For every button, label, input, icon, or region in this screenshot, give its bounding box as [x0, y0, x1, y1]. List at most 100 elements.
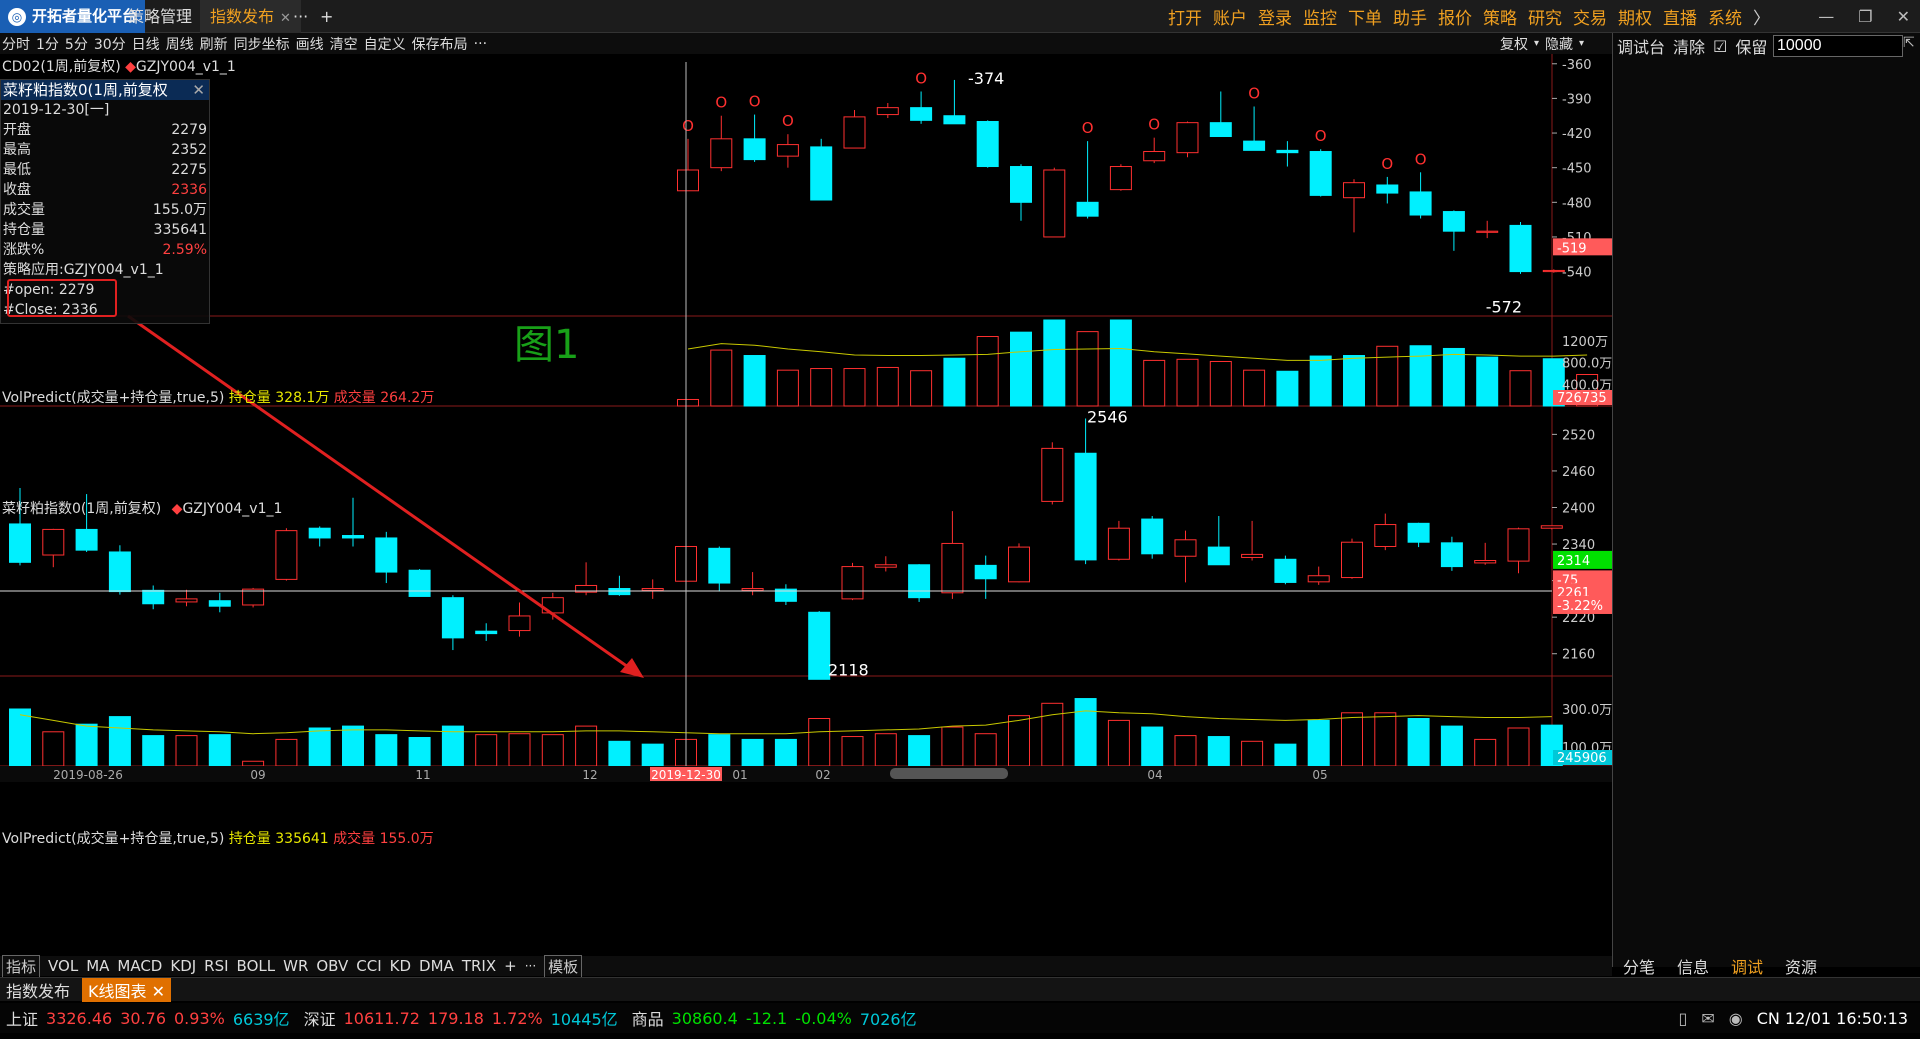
volume-bar — [1008, 715, 1030, 767]
main-price-tick: 2160 — [1562, 648, 1595, 663]
candle — [1507, 528, 1530, 562]
volume-bar — [843, 368, 866, 407]
tab-strategy-management[interactable]: 策略管理 — [118, 0, 202, 33]
market-sz-price: 10611.72 — [343, 1008, 420, 1028]
tool-timeshare[interactable]: 分时 — [2, 34, 30, 54]
add-indicator-button[interactable]: + — [504, 957, 517, 975]
volume-bar — [575, 725, 598, 767]
volume-bar — [1374, 712, 1397, 767]
volume-bar — [876, 366, 899, 407]
dropdown-icon[interactable]: ▾ — [1534, 38, 1539, 49]
market-cm-name[interactable]: 商品 — [632, 1006, 664, 1030]
market-cm-amount: 7026亿 — [859, 1010, 917, 1029]
menu-account[interactable]: 账户 — [1213, 4, 1247, 29]
sheet-tab-kline[interactable]: K线图表 ✕ — [82, 977, 172, 1002]
volume-bar — [1507, 727, 1530, 767]
template-button[interactable]: 模板 — [544, 954, 583, 978]
volume-bar — [710, 349, 733, 407]
menu-login[interactable]: 登录 — [1258, 4, 1292, 29]
clock-text: CN 12/01 16:50:13 — [1756, 1008, 1908, 1028]
ind-kdj[interactable]: KDJ — [170, 957, 196, 975]
market-sz-name[interactable]: 深证 — [304, 1006, 336, 1030]
minimize-icon[interactable]: — — [1818, 7, 1834, 26]
menu-open[interactable]: 打开 — [1168, 4, 1202, 29]
menu-options[interactable]: 期权 — [1618, 4, 1652, 29]
tool-save-layout[interactable]: 保存布局 — [412, 34, 468, 54]
volume-bar — [1174, 735, 1197, 767]
tab-info[interactable]: 信息 — [1677, 954, 1709, 978]
tab-ticks[interactable]: 分笔 — [1623, 954, 1655, 978]
ind-obv[interactable]: OBV — [316, 957, 348, 975]
volume-bar — [1440, 725, 1463, 767]
menu-live[interactable]: 直播 — [1663, 4, 1697, 29]
tool-custom[interactable]: 自定义 — [364, 34, 406, 54]
ind-rsi[interactable]: RSI — [204, 957, 228, 975]
ind-cci[interactable]: CCI — [356, 957, 381, 975]
tool-refresh[interactable]: 刷新 — [200, 34, 228, 54]
pin-icon[interactable]: ⇱ — [1903, 35, 1915, 51]
menu-quote[interactable]: 报价 — [1438, 4, 1472, 29]
message-icon[interactable]: ✉ — [1701, 1009, 1714, 1028]
candle — [1074, 452, 1097, 561]
keep-count-input[interactable] — [1773, 35, 1903, 57]
add-tab-button[interactable]: + — [310, 0, 343, 33]
close-window-icon[interactable]: ✕ — [1897, 7, 1910, 26]
menu-trade[interactable]: 交易 — [1573, 4, 1607, 29]
sheet-tab-index[interactable]: 指数发布 — [0, 978, 76, 1002]
info-value: 335641 — [153, 222, 207, 238]
info-label: 持仓量 — [3, 222, 45, 238]
tool-weekly[interactable]: 周线 — [166, 34, 194, 54]
candle — [776, 144, 799, 157]
chart-toolbar: 分时 1分 5分 30分 日线 周线 刷新 同步坐标 画线 清空 自定义 保存布… — [0, 33, 1612, 54]
keep-checkbox[interactable]: ☑ — [1713, 37, 1727, 56]
tool-1min[interactable]: 1分 — [36, 34, 59, 54]
toolbar-right: 复权 ▾ 隐藏 ▾ — [1500, 33, 1584, 54]
menu-assistant[interactable]: 助手 — [1393, 4, 1427, 29]
ind-wr[interactable]: WR — [283, 957, 308, 975]
clear-button[interactable]: 清除 — [1673, 34, 1705, 58]
main-badge-text: -3.22% — [1557, 599, 1603, 614]
volume-bar — [1109, 319, 1132, 407]
close-icon[interactable]: ✕ — [192, 80, 209, 100]
chevron-right-icon[interactable]: 〉 — [1753, 4, 1770, 29]
ind-boll[interactable]: BOLL — [237, 957, 276, 975]
phone-icon[interactable]: ▯ — [1679, 1009, 1688, 1028]
menu-system[interactable]: 系统 — [1708, 4, 1742, 29]
ind-trix[interactable]: TRIX — [462, 957, 496, 975]
adjust-right-button[interactable]: 复权 — [1500, 34, 1528, 54]
tab-resources[interactable]: 资源 — [1785, 954, 1817, 978]
tool-30min[interactable]: 30分 — [94, 34, 126, 54]
tool-clear[interactable]: 清空 — [330, 34, 358, 54]
ind-kd[interactable]: KD — [390, 957, 411, 975]
ind-ma[interactable]: MA — [86, 957, 109, 975]
market-sz-change: 179.18 — [427, 1008, 484, 1028]
tool-5min[interactable]: 5分 — [65, 34, 88, 54]
menu-order[interactable]: 下单 — [1348, 4, 1382, 29]
keep-label: 保留 — [1735, 38, 1768, 57]
menu-monitor[interactable]: 监控 — [1303, 4, 1337, 29]
tool-more[interactable]: ··· — [474, 36, 487, 52]
candle — [974, 564, 997, 580]
more-indicators-button[interactable]: ··· — [525, 959, 536, 973]
candle — [142, 589, 165, 605]
hide-button[interactable]: 隐藏 — [1545, 34, 1573, 54]
maximize-icon[interactable]: ❐ — [1858, 7, 1872, 26]
candle — [1076, 201, 1099, 217]
ind-dma[interactable]: DMA — [419, 957, 454, 975]
menu-research[interactable]: 研究 — [1528, 4, 1562, 29]
tab-debug[interactable]: 调试 — [1731, 954, 1763, 978]
market-sh-name[interactable]: 上证 — [6, 1006, 38, 1030]
candle — [1109, 166, 1132, 191]
tool-draw-line[interactable]: 画线 — [296, 34, 324, 54]
connection-icon[interactable]: ◉ — [1729, 1009, 1743, 1028]
candle — [75, 528, 98, 551]
tool-daily[interactable]: 日线 — [132, 34, 160, 54]
ind-macd[interactable]: MACD — [117, 957, 162, 975]
close-icon[interactable]: ✕ — [152, 982, 165, 1001]
menu-strategy[interactable]: 策略 — [1483, 4, 1517, 29]
candle — [9, 523, 31, 563]
market-cm-change: -12.1 — [745, 1008, 788, 1028]
tool-sync-axis[interactable]: 同步坐标 — [234, 34, 290, 54]
ind-vol[interactable]: VOL — [48, 957, 78, 975]
dropdown-icon[interactable]: ▾ — [1579, 38, 1584, 49]
